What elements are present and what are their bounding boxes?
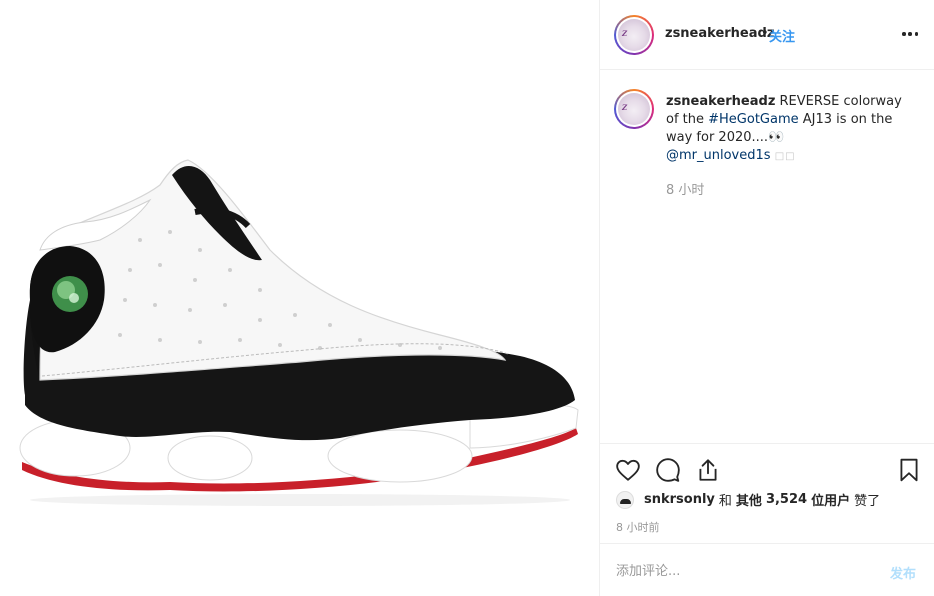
liker-avatar[interactable] bbox=[616, 490, 634, 509]
heart-icon[interactable] bbox=[615, 457, 641, 483]
likes-others-prefix[interactable]: 其他 bbox=[736, 490, 762, 509]
hashtag-link[interactable]: #HeGotGame bbox=[708, 112, 799, 127]
instagram-post: Z zsneakerheadz • 关注 Z zsneakerheadz REV… bbox=[0, 0, 934, 596]
likes-and: 和 bbox=[718, 494, 732, 509]
header-username[interactable]: zsneakerheadz bbox=[665, 26, 774, 41]
mention-link[interactable]: @mr_unloved1s bbox=[666, 148, 771, 163]
caption-avatar[interactable]: Z bbox=[614, 89, 654, 129]
post-comment-button[interactable]: 发布 bbox=[890, 563, 916, 582]
post-header: Z zsneakerheadz • 关注 bbox=[600, 0, 934, 70]
share-icon[interactable] bbox=[695, 457, 721, 483]
post-side-panel: Z zsneakerheadz • 关注 Z zsneakerheadz REV… bbox=[599, 0, 934, 596]
likes-count[interactable]: 3,524 bbox=[766, 492, 807, 507]
avatar[interactable]: Z bbox=[614, 15, 654, 55]
likes-summary: snkrsonly 和 其他 3,524 位用户 赞了 bbox=[616, 490, 880, 509]
liker-username[interactable]: snkrsonly bbox=[644, 492, 715, 507]
post-image[interactable] bbox=[0, 0, 599, 596]
avatar-logo: Z bbox=[622, 29, 628, 38]
add-comment-bar: 发布 bbox=[600, 543, 934, 596]
post-timestamp[interactable]: 8 小时前 bbox=[616, 519, 660, 535]
separator-dot: • bbox=[761, 26, 769, 41]
sneaker-image bbox=[19, 159, 579, 506]
more-options-icon[interactable] bbox=[900, 24, 920, 44]
post-caption: zsneakerheadz REVERSE colorway of the #H… bbox=[666, 93, 911, 166]
likes-others-suffix[interactable]: 位用户 bbox=[811, 490, 850, 509]
caption-unrendered-glyphs: □□ bbox=[770, 151, 796, 162]
comment-icon[interactable] bbox=[655, 457, 681, 483]
caption-timestamp[interactable]: 8 小时 bbox=[666, 179, 704, 198]
likes-verb: 赞了 bbox=[854, 494, 881, 509]
bookmark-icon[interactable] bbox=[896, 457, 922, 483]
comments-section: Z zsneakerheadz REVERSE colorway of the … bbox=[600, 71, 934, 443]
caption-username[interactable]: zsneakerheadz bbox=[666, 94, 775, 109]
action-bar bbox=[600, 443, 934, 493]
comment-input[interactable] bbox=[616, 561, 866, 581]
follow-button[interactable]: 关注 bbox=[769, 26, 795, 45]
